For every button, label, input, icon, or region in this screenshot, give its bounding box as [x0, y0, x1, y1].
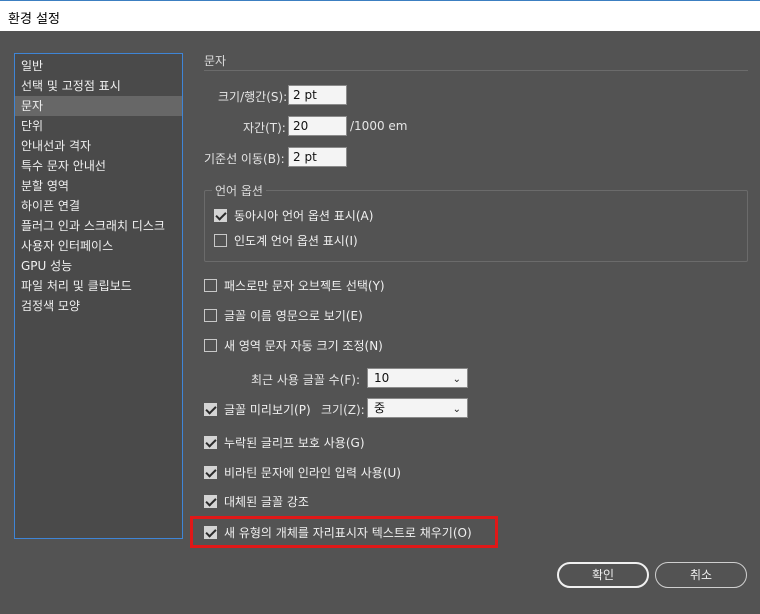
category-item-gpu-performance[interactable]: GPU 성능 — [15, 256, 182, 276]
recent-fonts-value: 10 — [374, 371, 390, 385]
checkbox-checked-icon[interactable] — [204, 495, 217, 508]
baseline-shift-input[interactable]: 2 pt — [288, 147, 347, 167]
font-preview-label: 글꼴 미리보기(P) — [224, 403, 311, 417]
checkbox-unchecked-icon[interactable] — [214, 234, 227, 247]
checkbox-unchecked-icon[interactable] — [204, 279, 217, 292]
tracking-label: 자간(T): — [243, 121, 286, 135]
section-title: 문자 — [204, 54, 227, 68]
type-object-select-checkbox[interactable]: 패스로만 문자 오브젝트 선택(Y) — [204, 277, 385, 294]
inline-input-checkbox[interactable]: 비라틴 문자에 인라인 입력 사용(U) — [204, 464, 401, 481]
missing-glyph-protection-checkbox[interactable]: 누락된 글리프 보호 사용(G) — [204, 434, 365, 451]
checkbox-checked-icon[interactable] — [204, 466, 217, 479]
category-item-general[interactable]: 일반 — [15, 56, 182, 76]
indic-options-checkbox[interactable]: 인도계 언어 옵션 표시(I) — [214, 232, 358, 249]
category-item-type[interactable]: 문자 — [15, 96, 182, 116]
auto-size-area-type-checkbox[interactable]: 새 영역 문자 자동 크기 조정(N) — [204, 337, 383, 354]
recent-fonts-select[interactable]: 10 ⌄ — [367, 368, 468, 388]
category-item-black-appearance[interactable]: 검정색 모양 — [15, 296, 182, 316]
cancel-button[interactable]: 취소 — [655, 562, 747, 588]
category-item-units[interactable]: 단위 — [15, 116, 182, 136]
tracking-unit: /1000 em — [350, 119, 408, 133]
font-names-english-label: 글꼴 이름 영문으로 보기(E) — [224, 309, 363, 323]
checkbox-unchecked-icon[interactable] — [204, 309, 217, 322]
category-item-plugins-scratch-disks[interactable]: 플러그 인과 스크래치 디스크 — [15, 216, 182, 236]
checkbox-checked-icon[interactable] — [214, 209, 227, 222]
category-list[interactable]: 일반 선택 및 고정점 표시 문자 단위 안내선과 격자 특수 문자 안내선 분… — [14, 53, 183, 539]
size-leading-input[interactable]: 2 pt — [288, 85, 347, 105]
checkbox-checked-icon[interactable] — [204, 526, 217, 539]
fill-placeholder-text-label: 새 유형의 개체를 자리표시자 텍스트로 채우기(O) — [224, 526, 472, 540]
language-options-legend: 언어 옵션 — [212, 182, 266, 199]
category-item-selection-anchor-display[interactable]: 선택 및 고정점 표시 — [15, 76, 182, 96]
preview-size-value: 중 — [374, 401, 386, 415]
font-preview-checkbox[interactable]: 글꼴 미리보기(P) — [204, 401, 311, 418]
category-item-user-interface[interactable]: 사용자 인터페이스 — [15, 236, 182, 256]
baseline-shift-label: 기준선 이동(B): — [204, 152, 285, 166]
highlight-substituted-fonts-checkbox[interactable]: 대체된 글꼴 강조 — [204, 493, 309, 510]
inline-input-label: 비라틴 문자에 인라인 입력 사용(U) — [224, 466, 401, 480]
checkbox-checked-icon[interactable] — [204, 403, 217, 416]
missing-glyph-protection-label: 누락된 글리프 보호 사용(G) — [224, 436, 365, 450]
section-divider — [204, 70, 748, 71]
tracking-input[interactable]: 20 — [288, 116, 347, 136]
category-item-smart-guides[interactable]: 특수 문자 안내선 — [15, 156, 182, 176]
preview-size-select[interactable]: 중 ⌄ — [367, 398, 468, 418]
font-names-english-checkbox[interactable]: 글꼴 이름 영문으로 보기(E) — [204, 307, 363, 324]
chevron-down-icon: ⌄ — [452, 404, 461, 415]
recent-fonts-label: 최근 사용 글꼴 수(F): — [251, 373, 361, 387]
auto-size-area-type-label: 새 영역 문자 자동 크기 조정(N) — [224, 339, 383, 353]
checkbox-checked-icon[interactable] — [204, 436, 217, 449]
category-item-slices[interactable]: 분할 영역 — [15, 176, 182, 196]
type-object-select-label: 패스로만 문자 오브젝트 선택(Y) — [224, 279, 385, 293]
category-item-hyphenation[interactable]: 하이픈 연결 — [15, 196, 182, 216]
fill-placeholder-text-checkbox[interactable]: 새 유형의 개체를 자리표시자 텍스트로 채우기(O) — [204, 524, 472, 541]
indic-options-label: 인도계 언어 옵션 표시(I) — [234, 234, 358, 248]
east-asian-options-checkbox[interactable]: 동아시아 언어 옵션 표시(A) — [214, 207, 373, 224]
checkbox-unchecked-icon[interactable] — [204, 339, 217, 352]
east-asian-options-label: 동아시아 언어 옵션 표시(A) — [234, 209, 374, 223]
chevron-down-icon: ⌄ — [452, 374, 461, 385]
category-item-guides-grid[interactable]: 안내선과 격자 — [15, 136, 182, 156]
size-leading-label: 크기/행간(S): — [218, 90, 288, 104]
language-options-group — [204, 190, 748, 262]
highlight-substituted-fonts-label: 대체된 글꼴 강조 — [224, 495, 309, 509]
preview-size-label: 크기(Z): — [321, 403, 365, 417]
title-bar: 환경 설정 — [0, 0, 760, 31]
category-item-file-handling-clipboard[interactable]: 파일 처리 및 클립보드 — [15, 276, 182, 296]
window-title: 환경 설정 — [8, 12, 60, 27]
ok-button[interactable]: 확인 — [557, 562, 649, 588]
